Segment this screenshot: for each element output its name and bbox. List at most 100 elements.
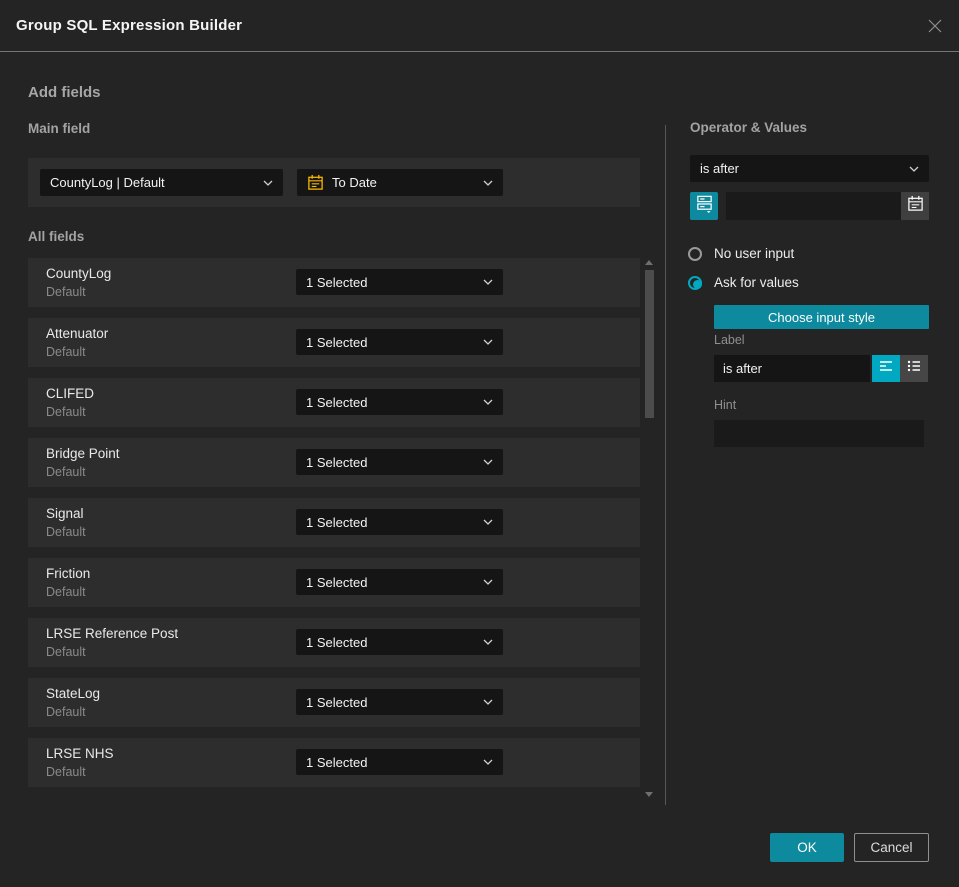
chevron-down-icon bbox=[483, 180, 493, 186]
field-row: LRSE Reference Post Default 1 Selected bbox=[28, 618, 640, 667]
value-input-group bbox=[726, 192, 929, 220]
radio-ask-for-values-label: Ask for values bbox=[714, 275, 799, 290]
main-date-select[interactable]: To Date bbox=[297, 169, 503, 196]
field-row: CLIFED Default 1 Selected bbox=[28, 378, 640, 427]
field-values-select-value: 1 Selected bbox=[306, 394, 368, 410]
align-left-icon bbox=[877, 357, 895, 380]
main-field-select-value: CountyLog | Default bbox=[50, 175, 165, 190]
hint-field-label: Hint bbox=[714, 398, 737, 412]
field-values-select[interactable]: 1 Selected bbox=[296, 449, 503, 475]
chevron-down-icon bbox=[483, 639, 493, 645]
field-row: StateLog Default 1 Selected bbox=[28, 678, 640, 727]
label-input[interactable] bbox=[714, 355, 870, 382]
chevron-down-icon bbox=[483, 519, 493, 525]
value-type-toggle-button[interactable] bbox=[690, 192, 718, 220]
field-values-select[interactable]: 1 Selected bbox=[296, 389, 503, 415]
label-field-label: Label bbox=[714, 333, 745, 347]
field-name: LRSE NHS bbox=[46, 746, 114, 761]
radio-no-user-input[interactable]: No user input bbox=[688, 246, 794, 261]
close-icon[interactable] bbox=[925, 16, 945, 36]
cancel-button[interactable]: Cancel bbox=[854, 833, 929, 862]
main-field-container: CountyLog | Default To Date bbox=[28, 158, 640, 207]
field-name: CountyLog bbox=[46, 266, 112, 281]
chevron-down-icon bbox=[909, 166, 919, 172]
field-values-select-value: 1 Selected bbox=[306, 634, 368, 650]
field-values-select[interactable]: 1 Selected bbox=[296, 509, 503, 535]
chevron-down-icon bbox=[263, 180, 273, 186]
hint-input[interactable] bbox=[714, 420, 924, 447]
field-subtitle: Default bbox=[46, 405, 86, 419]
field-values-select-value: 1 Selected bbox=[306, 574, 368, 590]
calendar-icon bbox=[907, 195, 924, 217]
field-values-select-value: 1 Selected bbox=[306, 454, 368, 470]
operator-values-heading: Operator & Values bbox=[690, 120, 808, 135]
field-values-select-value: 1 Selected bbox=[306, 754, 368, 770]
field-row: CountyLog Default 1 Selected bbox=[28, 258, 640, 307]
operator-select[interactable]: is after bbox=[690, 155, 929, 182]
field-subtitle: Default bbox=[46, 645, 86, 659]
chevron-down-icon bbox=[483, 759, 493, 765]
field-values-select-value: 1 Selected bbox=[306, 334, 368, 350]
field-row: Attenuator Default 1 Selected bbox=[28, 318, 640, 367]
panel-divider bbox=[665, 125, 666, 805]
dialog-title: Group SQL Expression Builder bbox=[16, 17, 243, 34]
chevron-down-icon bbox=[483, 459, 493, 465]
field-name: Bridge Point bbox=[46, 446, 120, 461]
field-subtitle: Default bbox=[46, 765, 86, 779]
radio-selected-icon bbox=[688, 275, 702, 290]
scrollbar-thumb[interactable] bbox=[645, 270, 654, 418]
main-date-select-value: To Date bbox=[332, 175, 377, 190]
field-name: Attenuator bbox=[46, 326, 109, 341]
label-style-single-button[interactable] bbox=[872, 355, 900, 382]
field-name: StateLog bbox=[46, 686, 101, 701]
field-row: LRSE NHS Default 1 Selected bbox=[28, 738, 640, 787]
field-name: Signal bbox=[46, 506, 84, 521]
field-subtitle: Default bbox=[46, 285, 86, 299]
bullet-list-icon bbox=[905, 357, 923, 380]
field-values-select[interactable]: 1 Selected bbox=[296, 689, 503, 715]
radio-no-user-input-label: No user input bbox=[714, 246, 795, 261]
scrollbar-down-arrow[interactable] bbox=[645, 792, 653, 797]
field-row: Signal Default 1 Selected bbox=[28, 498, 640, 547]
field-values-select[interactable]: 1 Selected bbox=[296, 629, 503, 655]
choose-input-style-button[interactable]: Choose input style bbox=[714, 305, 929, 329]
field-values-select[interactable]: 1 Selected bbox=[296, 329, 503, 355]
value-input[interactable] bbox=[726, 192, 901, 220]
scrollbar-up-arrow[interactable] bbox=[645, 260, 653, 265]
field-subtitle: Default bbox=[46, 525, 86, 539]
calendar-icon bbox=[307, 174, 324, 191]
field-row: Friction Default 1 Selected bbox=[28, 558, 640, 607]
field-values-select-value: 1 Selected bbox=[306, 694, 368, 710]
field-values-select-value: 1 Selected bbox=[306, 274, 368, 290]
all-fields-label: All fields bbox=[28, 229, 85, 244]
field-name: CLIFED bbox=[46, 386, 95, 401]
chevron-down-icon bbox=[483, 339, 493, 345]
radio-unselected-icon bbox=[688, 246, 702, 261]
field-name: Friction bbox=[46, 566, 91, 581]
field-values-select-value: 1 Selected bbox=[306, 514, 368, 530]
field-values-select[interactable]: 1 Selected bbox=[296, 749, 503, 775]
dialog-header: Group SQL Expression Builder bbox=[0, 0, 959, 52]
radio-ask-for-values[interactable]: Ask for values bbox=[688, 275, 799, 290]
field-values-select[interactable]: 1 Selected bbox=[296, 569, 503, 595]
chevron-down-icon bbox=[483, 579, 493, 585]
field-subtitle: Default bbox=[46, 585, 86, 599]
label-style-list-button[interactable] bbox=[900, 355, 928, 382]
field-name: LRSE Reference Post bbox=[46, 626, 179, 641]
field-subtitle: Default bbox=[46, 465, 86, 479]
ok-button[interactable]: OK bbox=[770, 833, 844, 862]
main-field-label: Main field bbox=[28, 121, 91, 136]
chevron-down-icon bbox=[483, 399, 493, 405]
field-values-select[interactable]: 1 Selected bbox=[296, 269, 503, 295]
main-field-select[interactable]: CountyLog | Default bbox=[40, 169, 283, 196]
all-fields-list: CountyLog Default 1 Selected Attenuator … bbox=[28, 258, 640, 787]
field-subtitle: Default bbox=[46, 345, 86, 359]
value-date-picker-button[interactable] bbox=[901, 192, 929, 220]
field-row: Bridge Point Default 1 Selected bbox=[28, 438, 640, 487]
stacked-values-icon bbox=[695, 194, 714, 218]
chevron-down-icon bbox=[483, 279, 493, 285]
add-fields-heading: Add fields bbox=[28, 84, 101, 101]
field-subtitle: Default bbox=[46, 705, 86, 719]
chevron-down-icon bbox=[483, 699, 493, 705]
operator-select-value: is after bbox=[700, 161, 740, 176]
